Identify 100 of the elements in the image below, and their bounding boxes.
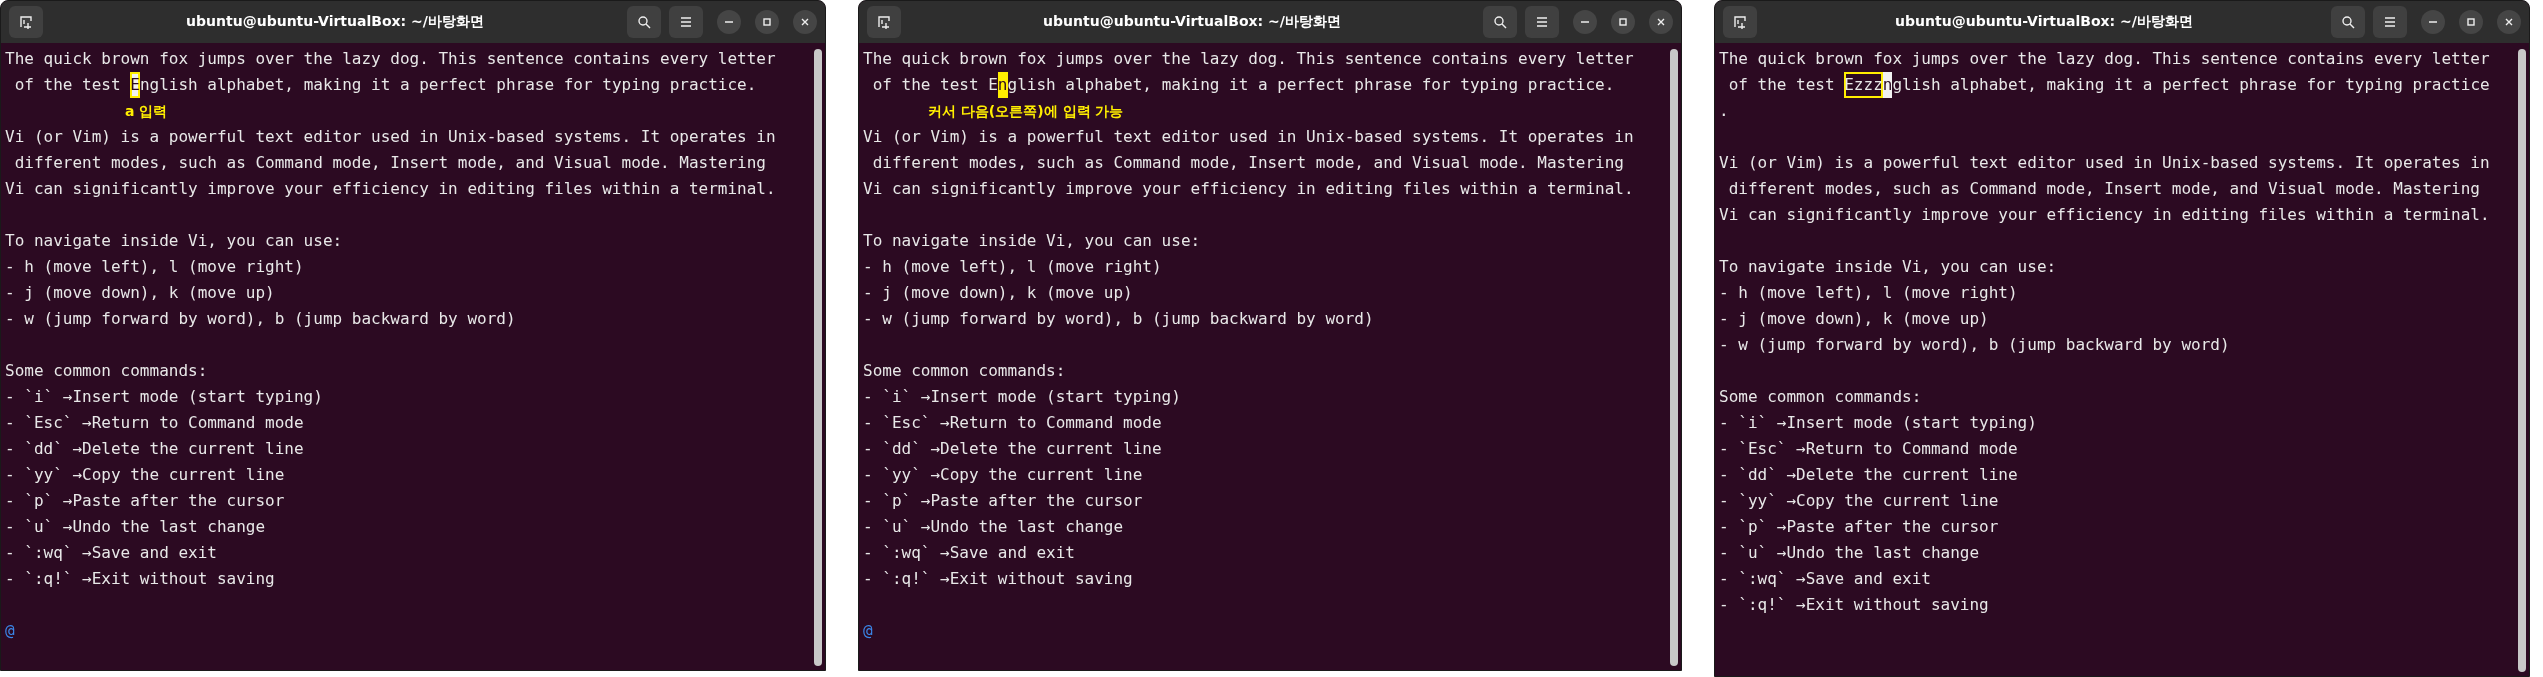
editor-line: Vi (or Vim) is a powerful text editor used in Unix-based systems. It operates in (863, 126, 1634, 148)
editor-line: - `p` →Paste after the cursor (1719, 516, 1999, 538)
scrollbar[interactable] (814, 49, 822, 666)
editor-line: - `yy` →Copy the current line (1719, 490, 1999, 512)
line-marker: @ (863, 620, 873, 642)
window-title: ubuntu@ubuntu-VirtualBox: ~/바탕화면 (1894, 13, 2194, 31)
editor-line: Vi can significantly improve your efficiency in editing files within a terminal. (1719, 204, 2490, 226)
editor-line: - `dd` →Delete the current line (5, 438, 304, 460)
editor-line: - `u` →Undo the last change (863, 516, 1124, 538)
editor-line: - `yy` →Copy the current line (863, 464, 1143, 486)
maximize-button[interactable] (755, 10, 779, 34)
editor-line: - `u` →Undo the last change (5, 516, 266, 538)
editor-line: Some common commands: (863, 360, 1066, 382)
close-button[interactable] (1649, 10, 1673, 34)
minimize-button[interactable] (717, 10, 741, 34)
editor-line: - w (jump forward by word), b (jump backward by word) (863, 308, 1374, 330)
editor-text: glish alphabet, making it a perfect phrase for typing practice. (1007, 74, 1615, 96)
editor-line: - j (move down), k (move up) (1719, 308, 1989, 330)
editor-line: The quick brown fox jumps over the lazy dog. This sentence contains every letter (863, 48, 1634, 70)
search-icon (637, 15, 651, 29)
close-button[interactable] (793, 10, 817, 34)
editor-line: - j (move down), k (move up) (863, 282, 1133, 304)
editor-line: Some common commands: (5, 360, 208, 382)
editor-line: To navigate inside Vi, you can use: (1719, 256, 2057, 278)
editor-text: of the test (13, 74, 122, 96)
maximize-icon (1616, 15, 1630, 29)
menu-button[interactable] (2373, 6, 2407, 38)
editor-line: - `:q!` →Exit without saving (5, 568, 275, 590)
menu-icon (679, 15, 693, 29)
search-button[interactable] (2331, 6, 2365, 38)
scrollbar[interactable] (2518, 49, 2526, 672)
editor-text: of the test E (871, 74, 998, 96)
editor-line: - `:q!` →Exit without saving (1719, 594, 1989, 616)
new-tab-button[interactable] (9, 6, 43, 38)
editor-line: The quick brown fox jumps over the lazy dog. This sentence contains every letter (1719, 48, 2490, 70)
close-button[interactable] (2497, 10, 2521, 34)
editor-line: Some common commands: (1719, 386, 1922, 408)
editor-line: different modes, such as Command mode, Insert mode, and Visual mode. Mastering (871, 152, 1624, 174)
maximize-button[interactable] (1611, 10, 1635, 34)
editor-line: - `:q!` →Exit without saving (863, 568, 1133, 590)
scrollbar[interactable] (1670, 49, 1678, 666)
editor-line: - `:wq` →Save and exit (5, 542, 217, 564)
text-cursor: n (997, 72, 1008, 98)
minimize-icon (2429, 21, 2437, 23)
menu-button[interactable] (1525, 6, 1559, 38)
editor-line: different modes, such as Command mode, Insert mode, and Visual mode. Mastering (1727, 178, 2480, 200)
menu-button[interactable] (669, 6, 703, 38)
editor-text: glish alphabet, making it a perfect phrase for typing practice (1892, 74, 2490, 96)
editor-line: - `p` →Paste after the cursor (5, 490, 285, 512)
editor-line: - h (move left), l (move right) (863, 256, 1162, 278)
search-button[interactable] (627, 6, 661, 38)
minimize-button[interactable] (1573, 10, 1597, 34)
editor-line: - `Esc` →Return to Command mode (1719, 438, 2018, 460)
editor-line: - `p` →Paste after the cursor (863, 490, 1143, 512)
editor-line: - `i` →Insert mode (start typing) (863, 386, 1181, 408)
editor-line: - w (jump forward by word), b (jump backward by word) (1719, 334, 2230, 356)
text-cursor: n (1882, 72, 1893, 98)
window-title: ubuntu@ubuntu-VirtualBox: ~/바탕화면 (185, 13, 485, 31)
editor-line: - `:wq` →Save and exit (1719, 568, 1931, 590)
editor-line: Vi (or Vim) is a powerful text editor used in Unix-based systems. It operates in (5, 126, 776, 148)
editor-line: - `:wq` →Save and exit (863, 542, 1075, 564)
maximize-icon (2464, 15, 2478, 29)
editor-line: - `yy` →Copy the current line (5, 464, 285, 486)
annotation-label: 커서 다음(오른쪽)에 입력 가능 (927, 102, 1124, 121)
editor-line: To navigate inside Vi, you can use: (5, 230, 343, 252)
editor-line: - `i` →Insert mode (start typing) (1719, 412, 2037, 434)
minimize-icon (725, 21, 733, 23)
search-icon (2341, 15, 2355, 29)
editor-line: - h (move left), l (move right) (5, 256, 304, 278)
editor-line: - `dd` →Delete the current line (1719, 464, 2018, 486)
annotation-label: a 입력 (124, 102, 168, 121)
editor-line: - j (move down), k (move up) (5, 282, 275, 304)
editor-line: - `Esc` →Return to Command mode (5, 412, 304, 434)
editor-line: Vi (or Vim) is a powerful text editor used in Unix-based systems. It operates in (1719, 152, 2490, 174)
new-tab-icon (877, 15, 891, 29)
minimize-icon (1581, 21, 1589, 23)
editor-line: Vi can significantly improve your efficiency in editing files within a terminal. (863, 178, 1634, 200)
editor-line: The quick brown fox jumps over the lazy dog. This sentence contains every letter (5, 48, 776, 70)
editor-line: - `u` →Undo the last change (1719, 542, 1980, 564)
maximize-icon (760, 15, 774, 29)
editor-line: - `i` →Insert mode (start typing) (5, 386, 323, 408)
new-tab-button[interactable] (1723, 6, 1757, 38)
menu-icon (2383, 15, 2397, 29)
window-title: ubuntu@ubuntu-VirtualBox: ~/바탕화면 (1042, 13, 1342, 31)
search-button[interactable] (1483, 6, 1517, 38)
editor-line: - w (jump forward by word), b (jump backward by word) (5, 308, 516, 330)
new-tab-icon (19, 15, 33, 29)
menu-icon (1535, 15, 1549, 29)
line-marker: @ (5, 620, 15, 642)
maximize-button[interactable] (2459, 10, 2483, 34)
search-icon (1493, 15, 1507, 29)
editor-text: of the test (1727, 74, 1836, 96)
editor-line: - h (move left), l (move right) (1719, 282, 2018, 304)
editor-line: - `Esc` →Return to Command mode (863, 412, 1162, 434)
editor-text: nglish alphabet, making it a perfect phrase for typing practice. (139, 74, 757, 96)
new-tab-icon (1733, 15, 1747, 29)
editor-line: Vi can significantly improve your efficiency in editing files within a terminal. (5, 178, 776, 200)
minimize-button[interactable] (2421, 10, 2445, 34)
new-tab-button[interactable] (867, 6, 901, 38)
editor-line: To navigate inside Vi, you can use: (863, 230, 1201, 252)
